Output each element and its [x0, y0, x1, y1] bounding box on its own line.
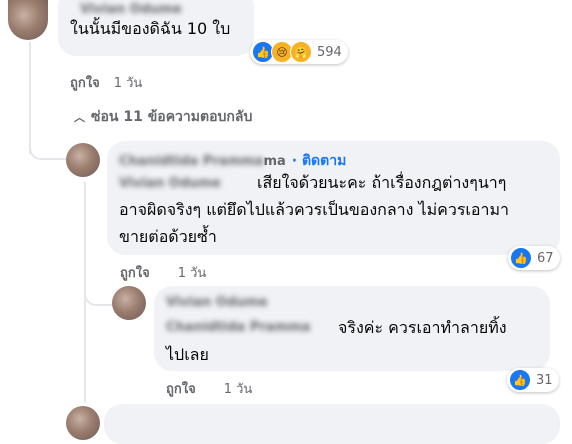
reaction-summary[interactable]: 👍 67 [508, 246, 560, 270]
reply-bubble [104, 404, 560, 444]
avatar[interactable] [66, 406, 100, 440]
reply-author[interactable]: Chanidtida Pramma [119, 154, 263, 169]
reply-text-line: จริงค่ะ ควรเอาทำลายทิ้ง [338, 318, 507, 337]
thread-connector [84, 280, 114, 306]
like-button[interactable]: ถูกใจ [120, 266, 150, 281]
reaction-summary[interactable]: 👍 31 [507, 368, 559, 392]
timestamp[interactable]: 1 วัน [224, 382, 253, 397]
reply-actions: ถูกใจ 1 วัน [120, 262, 206, 283]
timestamp[interactable]: 1 วัน [178, 266, 207, 281]
like-reaction-icon: 👍 [509, 369, 531, 391]
reply-text-line: ขายต่อด้วยซ้ำ [119, 227, 217, 246]
reaction-count: 594 [317, 44, 342, 60]
comment-text: ในนั้นมีของดิฉัน 10 ใบ [70, 19, 231, 38]
like-button[interactable]: ถูกใจ [70, 76, 100, 91]
like-reaction-icon: 👍 [510, 247, 532, 269]
avatar[interactable] [66, 143, 100, 177]
reaction-count: 31 [536, 372, 553, 388]
comment-bubble: Vivian Odume ในนั้นมีของดิฉัน 10 ใบ [58, 0, 254, 56]
comment-actions: ถูกใจ 1 วัน [70, 72, 142, 93]
thread-connector [29, 130, 71, 160]
care-reaction-icon: 🤗 [290, 41, 312, 63]
reply-actions: ถูกใจ 1 วัน [166, 378, 252, 399]
avatar[interactable] [8, 0, 48, 40]
hide-replies-label: ซ่อน 11 ข้อความตอบกลับ [91, 109, 253, 125]
timestamp[interactable]: 1 วัน [114, 76, 143, 91]
hide-replies-button[interactable]: ︿ ซ่อน 11 ข้อความตอบกลับ [74, 106, 252, 128]
reaction-summary[interactable]: 👍 😢 🤗 594 [250, 40, 348, 64]
reply-bubble: Vivian Odume Chanidtida Pramma จริงค่ะ ค… [154, 286, 550, 371]
reply-bubble: Chanidtida Pramma ma · ติดตาม Vivian Odu… [107, 141, 560, 255]
like-button[interactable]: ถูกใจ [166, 382, 196, 397]
reply-text-line: อาจผิดจริงๆ แต่ยึดไปแล้วควรเป็นของกลาง ไ… [119, 200, 510, 219]
avatar[interactable] [112, 286, 146, 320]
reply-author-tail[interactable]: ma [263, 154, 285, 169]
mention-tag[interactable]: Vivian Odume [119, 176, 221, 191]
mention-tag[interactable]: Chanidtida Pramma [166, 320, 310, 335]
reply-author[interactable]: Vivian Odume [166, 295, 268, 310]
chevron-up-icon: ︿ [74, 111, 85, 124]
reaction-count: 67 [537, 250, 554, 266]
reply-text-line: ไปเลย [166, 345, 209, 364]
reply-text-line: เสียใจด้วยนะคะ ถ้าเรื่องกฎต่างๆนาๆ [257, 173, 507, 192]
